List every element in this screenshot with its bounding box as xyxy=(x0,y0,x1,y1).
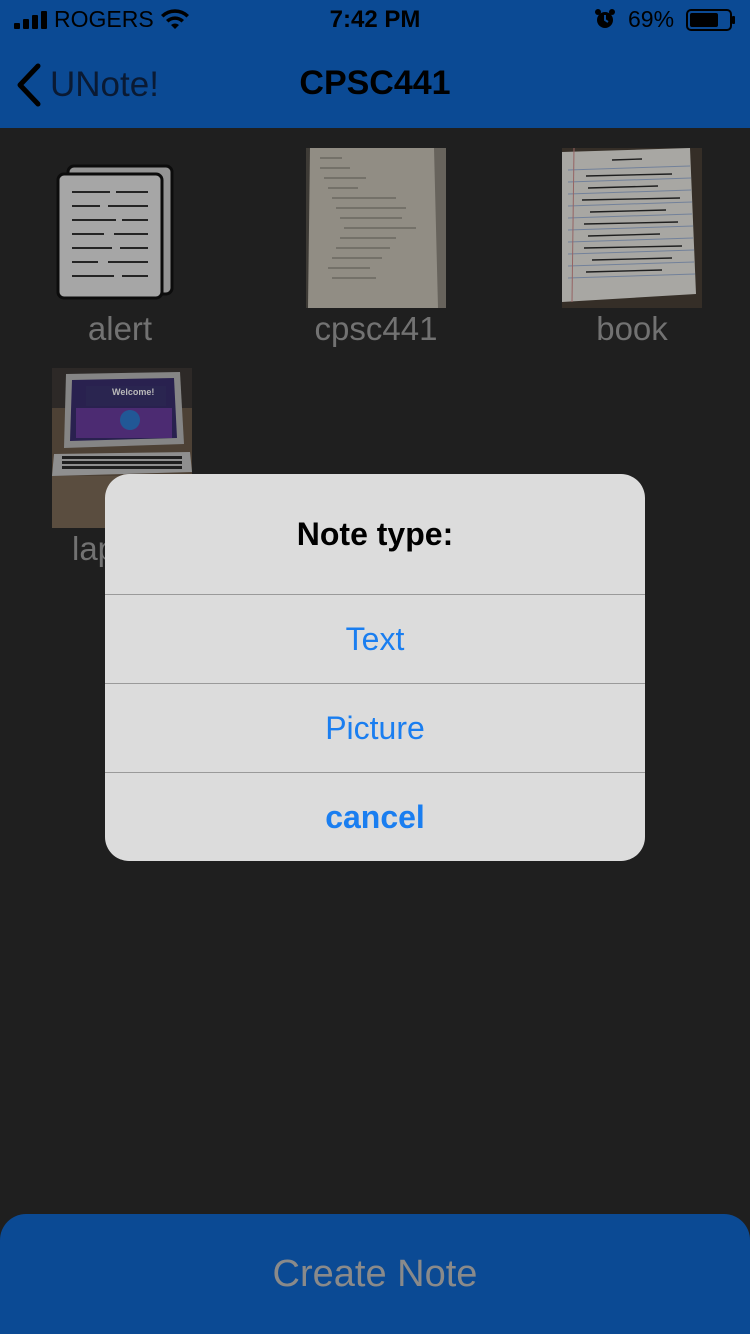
status-bar: ROGERS 7:42 PM 69% xyxy=(0,0,750,40)
picture-option-button[interactable]: Picture xyxy=(105,683,645,772)
cancel-button[interactable]: cancel xyxy=(105,772,645,861)
text-option-button[interactable]: Text xyxy=(105,594,645,683)
page-title: CPSC441 xyxy=(299,64,451,102)
alarm-icon xyxy=(595,9,615,28)
navigation-bar: ROGERS 7:42 PM 69% UNote! CPSC441 xyxy=(0,0,750,128)
battery-percent: 69% xyxy=(628,6,675,32)
dialog-title: Note type: xyxy=(296,515,454,552)
note-type-dialog: Note type: Text Picture cancel xyxy=(105,474,645,861)
create-note-button[interactable]: Create Note xyxy=(0,1214,750,1334)
battery-icon xyxy=(686,9,735,31)
